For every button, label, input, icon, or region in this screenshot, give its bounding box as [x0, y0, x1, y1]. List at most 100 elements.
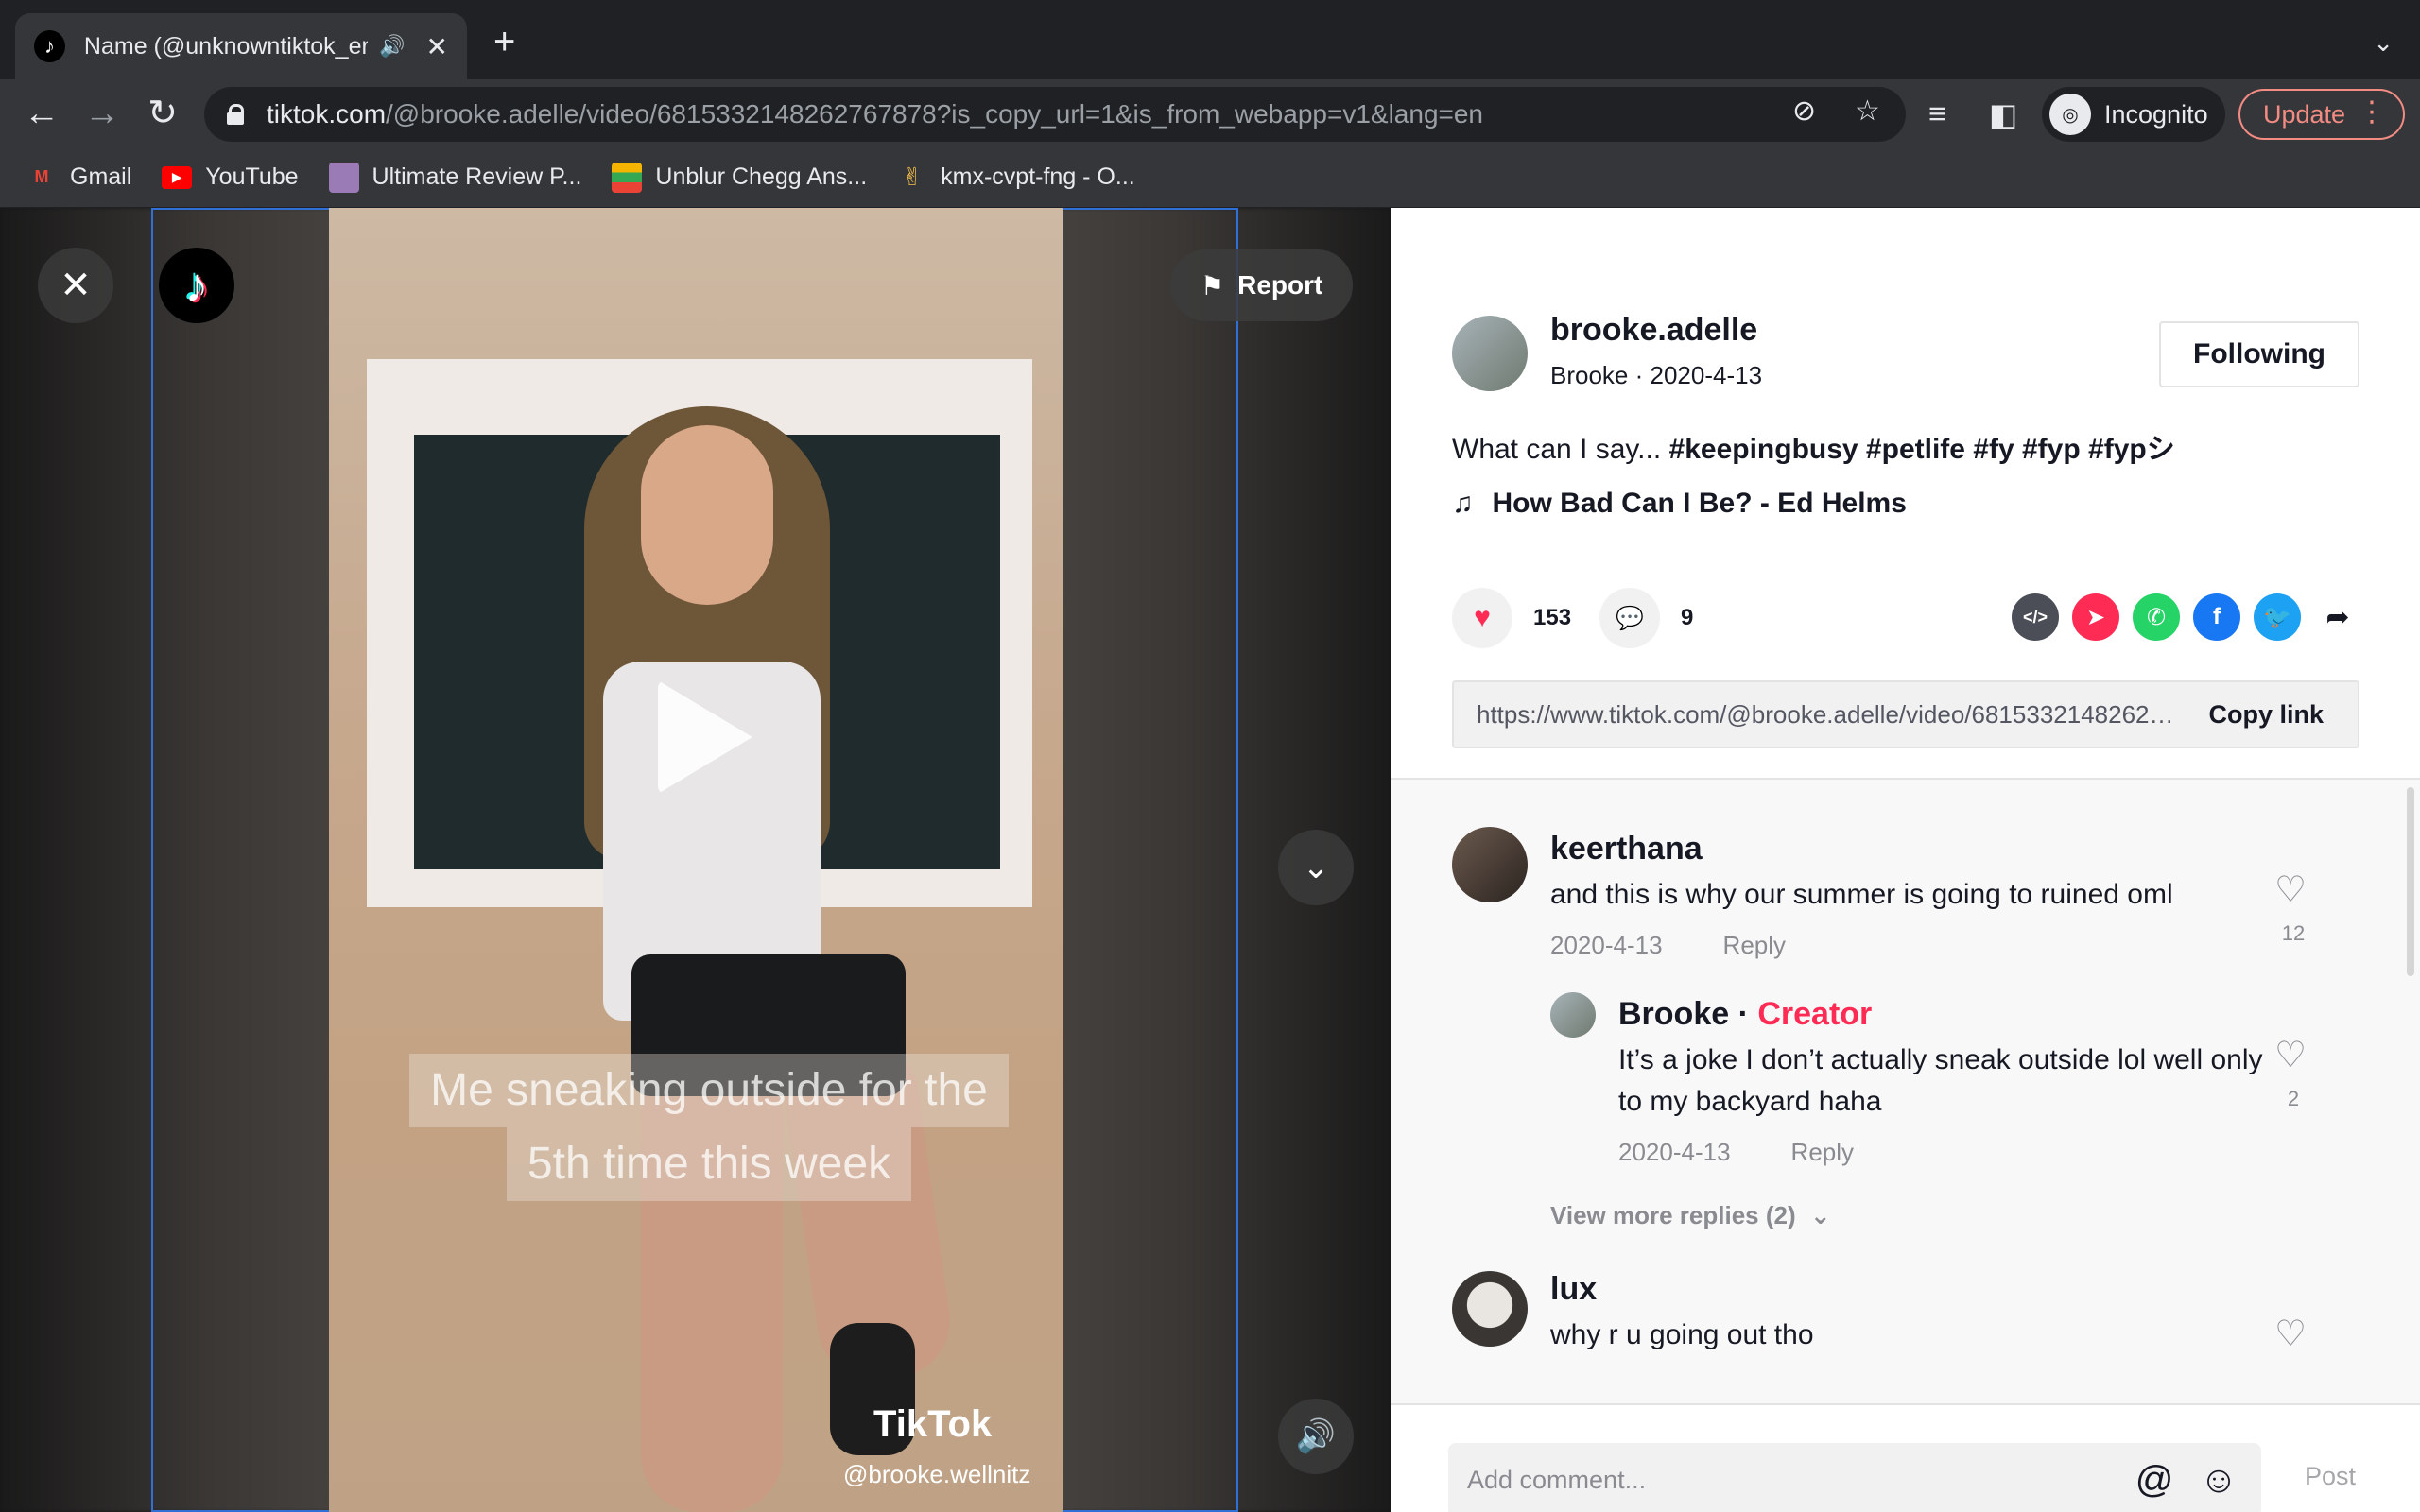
new-tab-button[interactable]: +	[493, 23, 515, 60]
share-link-url[interactable]: https://www.tiktok.com/@brooke.adelle/vi…	[1454, 700, 2182, 730]
commenter-avatar[interactable]	[1452, 827, 1528, 902]
bookmark-ultimate-review[interactable]: Ultimate Review P...	[328, 162, 581, 193]
incognito-indicator[interactable]: ◎ Incognito	[2042, 87, 2225, 142]
description-text: What can I say...	[1452, 434, 1669, 465]
share-arrow-icon[interactable]: ➦	[2314, 593, 2361, 641]
replier-name-line: Brooke · Creator	[1618, 996, 1873, 1032]
reply-button[interactable]: Reply	[1723, 931, 1786, 959]
replier-avatar[interactable]	[1550, 992, 1596, 1038]
comment-date: 2020-4-13	[1550, 931, 1663, 959]
play-icon[interactable]	[658, 680, 752, 794]
post-details-pane: brooke.adelle Brooke · 2020-4-13 Followi…	[1392, 208, 2420, 1512]
chevron-down-icon: ⌄	[1809, 1201, 1831, 1229]
update-button[interactable]: Update ⋮	[2238, 89, 2405, 140]
heart-outline-icon[interactable]: ♡	[2274, 1313, 2307, 1355]
comment-action[interactable]: 💬 9	[1599, 588, 1693, 648]
comment-composer: Add comment... @ ☺ Post	[1392, 1403, 2420, 1512]
report-label: Report	[1237, 270, 1323, 300]
view-more-replies[interactable]: View more replies (2) ⌄	[1550, 1201, 1831, 1230]
tab-strip: ♪ Name (@unknowntiktok_er 🔊 ✕ + ⌄	[0, 0, 2420, 79]
eye-slash-icon[interactable]: ⊘	[1792, 94, 1816, 128]
address-bar[interactable]: tiktok.com/@brooke.adelle/video/68153321…	[204, 87, 1906, 142]
side-panel-icon[interactable]: ◧	[1989, 96, 2017, 132]
tiktok-watermark-logo: TikTok	[873, 1403, 993, 1445]
comments-list[interactable]: keerthana and this is why our summer is …	[1392, 780, 2420, 1403]
comment-text: why r u going out tho	[1550, 1319, 1814, 1350]
like-count: 153	[1533, 605, 1572, 630]
commenter-name[interactable]: lux	[1550, 1271, 1597, 1308]
report-button[interactable]: ⚑ Report	[1170, 249, 1354, 321]
speaker-icon[interactable]: 🔊	[379, 34, 405, 59]
volume-icon: 🔊	[1295, 1418, 1337, 1454]
books-icon	[612, 162, 643, 193]
like-action[interactable]: ♥ 153	[1452, 588, 1571, 648]
embed-icon[interactable]: </>	[2012, 593, 2059, 641]
bookmark-kmx[interactable]: ✌ kmx-cvpt-fng - O...	[897, 163, 1135, 193]
facebook-icon[interactable]: f	[2193, 593, 2240, 641]
reload-icon[interactable]: ↻	[140, 93, 185, 134]
kebab-menu-icon[interactable]: ⋮	[2358, 98, 2386, 127]
author-subline: Brooke · 2020-4-13	[1550, 361, 1763, 389]
comment-bubble-icon[interactable]: 💬	[1599, 588, 1660, 648]
lock-icon[interactable]	[227, 104, 244, 125]
flag-icon: ⚑	[1201, 270, 1225, 301]
send-to-friends-icon[interactable]: ➤	[2072, 593, 2119, 641]
bookmark-unblur-chegg[interactable]: Unblur Chegg Ans...	[612, 162, 867, 193]
copy-link-button[interactable]: Copy link	[2182, 700, 2358, 730]
tiktok-logo-icon[interactable]: ♪	[159, 248, 234, 323]
author-avatar[interactable]	[1452, 316, 1528, 391]
tab-search-chevron-icon[interactable]: ⌄	[2373, 28, 2394, 58]
post-date: 2020-4-13	[1650, 361, 1763, 389]
description-hashtags[interactable]: #keepingbusy #petlife #fy #fyp #fypシ	[1669, 434, 2175, 465]
bookmark-gmail[interactable]: M Gmail	[26, 163, 132, 193]
incognito-icon: ◎	[2049, 94, 2091, 135]
tiktok-favicon-icon: ♪	[34, 30, 65, 62]
twitter-icon[interactable]: 🐦	[2254, 593, 2301, 641]
music-title: How Bad Can I Be? - Ed Helms	[1492, 488, 1907, 519]
bookmarks-bar: M Gmail ▶ YouTube Ultimate Review P... U…	[0, 147, 2420, 208]
forward-arrow-icon[interactable]: →	[79, 93, 125, 134]
commenter-name[interactable]: keerthana	[1550, 831, 1703, 868]
tab-title: Name (@unknowntiktok_er	[83, 32, 369, 60]
post-header: brooke.adelle Brooke · 2020-4-13 Followi…	[1392, 208, 2420, 780]
comments-scrollbar[interactable]	[2407, 787, 2414, 976]
browser-tab[interactable]: ♪ Name (@unknowntiktok_er 🔊 ✕	[15, 13, 467, 79]
youtube-icon: ▶	[162, 165, 193, 189]
video-player[interactable]: Me sneaking outside for the 5th time thi…	[329, 208, 1063, 1512]
post-description: What can I say... #keepingbusy #petlife …	[1452, 425, 2175, 467]
author-display-name: Brooke	[1550, 361, 1629, 389]
reply-date: 2020-4-13	[1618, 1138, 1731, 1166]
add-comment-input[interactable]: Add comment... @ ☺	[1448, 1443, 2261, 1512]
bookmark-youtube[interactable]: ▶ YouTube	[162, 163, 299, 191]
video-caption-line1: Me sneaking outside for the	[409, 1054, 1009, 1127]
watermark-username: @brooke.wellnitz	[843, 1460, 1031, 1488]
post-comment-button[interactable]: Post	[2305, 1462, 2356, 1491]
chevron-down-icon: ⌄	[1302, 850, 1330, 885]
hand-icon: ✌	[902, 163, 924, 191]
commenter-avatar[interactable]	[1452, 1271, 1528, 1347]
back-arrow-icon[interactable]: ←	[19, 93, 64, 134]
media-queue-icon[interactable]: ≡	[1928, 96, 1946, 131]
following-button[interactable]: Following	[2159, 321, 2360, 387]
music-link[interactable]: ♫ How Bad Can I Be? - Ed Helms	[1452, 488, 1907, 520]
incognito-label: Incognito	[2104, 99, 2208, 129]
volume-button[interactable]: 🔊	[1278, 1399, 1354, 1474]
emoji-icon[interactable]: ☺	[2197, 1459, 2240, 1502]
star-bookmark-icon[interactable]: ☆	[1855, 94, 1880, 128]
whatsapp-icon[interactable]: ✆	[2133, 593, 2180, 641]
mention-icon[interactable]: @	[2133, 1459, 2176, 1502]
heart-outline-icon[interactable]: ♡	[2274, 868, 2307, 911]
view-more-label: View more replies (2)	[1550, 1201, 1796, 1229]
close-video-button[interactable]: ✕	[38, 248, 113, 323]
heart-filled-icon[interactable]: ♥	[1452, 588, 1512, 648]
comment-meta: 2020-4-13 Reply	[1550, 931, 1786, 960]
video-pane: Me sneaking outside for the 5th time thi…	[0, 208, 1392, 1512]
reply-meta: 2020-4-13 Reply	[1618, 1138, 1854, 1167]
reply-button[interactable]: Reply	[1791, 1138, 1854, 1166]
author-username[interactable]: brooke.adelle	[1550, 312, 1757, 349]
close-tab-icon[interactable]: ✕	[426, 31, 448, 62]
replier-name[interactable]: Brooke	[1618, 996, 1729, 1032]
heart-outline-icon[interactable]: ♡	[2274, 1034, 2307, 1076]
next-video-button[interactable]: ⌄	[1278, 830, 1354, 905]
video-caption: Me sneaking outside for the 5th time thi…	[378, 1054, 1040, 1201]
